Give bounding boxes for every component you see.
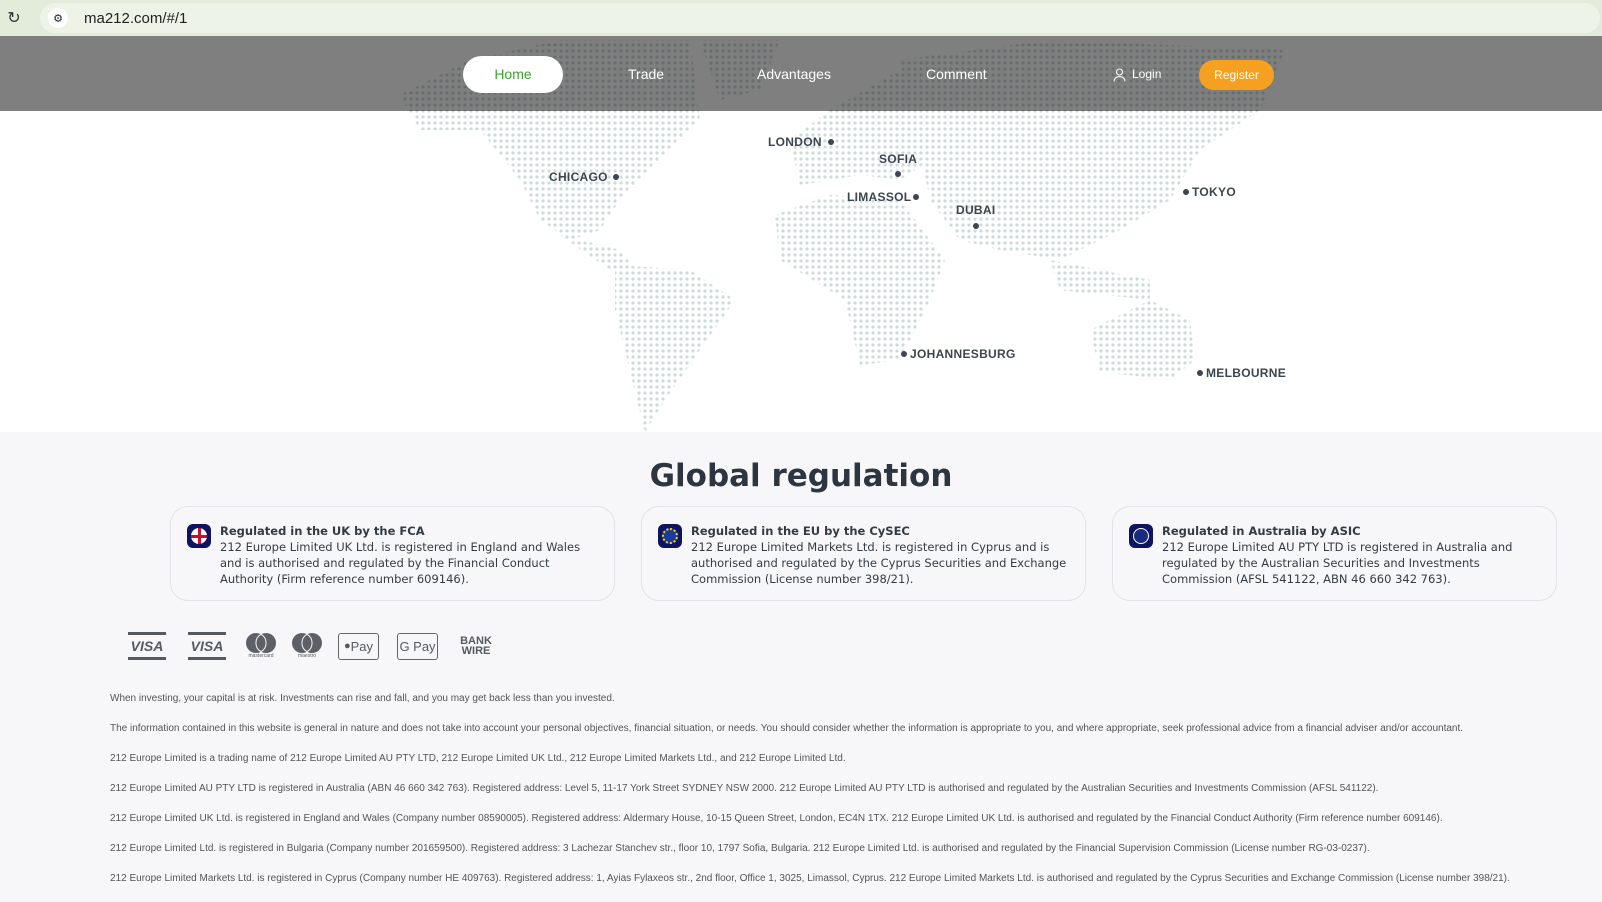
section-title: Global regulation (649, 458, 953, 494)
mastercard-icon: mastercard (246, 632, 276, 660)
user-icon (1113, 68, 1126, 82)
browser-toolbar: ↻ ⚙ ma212.com/#/1 (0, 0, 1602, 36)
disclaimer-text: 212 Europe Limited Ltd. is registered in… (110, 843, 1370, 854)
card-title: Regulated in the UK by the FCA (220, 524, 425, 538)
city-label: JOHANNESBURG (910, 347, 1016, 361)
au-flag-icon (1129, 524, 1153, 548)
site-settings-icon[interactable]: ⚙ (48, 8, 68, 28)
url-text: ma212.com/#/1 (84, 9, 188, 27)
card-title: Regulated in Australia by ASIC (1162, 524, 1361, 538)
city-dot (828, 139, 834, 145)
register-button[interactable]: Register (1199, 60, 1274, 90)
card-text: 212 Europe Limited AU PTY LTD is registe… (1162, 540, 1513, 586)
eu-flag-icon (658, 524, 682, 548)
regulation-card-uk: Regulated in the UK by the FCA 212 Europ… (170, 506, 615, 601)
regulation-card-eu: Regulated in the EU by the CySEC 212 Eur… (641, 506, 1086, 601)
reload-icon[interactable]: ↻ (0, 8, 28, 28)
payment-methods: VISA VISA mastercard maestro ● Pay G Pay … (128, 632, 496, 660)
bank-wire-icon: BANK WIRE (460, 635, 492, 657)
apple-pay-icon: ● Pay (338, 632, 379, 660)
city-dot (895, 171, 901, 177)
city-dot (1197, 370, 1203, 376)
city-dot (1183, 189, 1189, 195)
login-label: Login (1132, 67, 1162, 81)
disclaimer-text: The information contained in this websit… (110, 723, 1464, 734)
city-dot (913, 194, 919, 200)
nav-comment[interactable]: Comment (926, 56, 987, 93)
disclaimer-text: When investing, your capital is at risk.… (110, 693, 615, 704)
google-pay-icon: G Pay (397, 632, 438, 660)
regulation-card-au: Regulated in Australia by ASIC 212 Europ… (1112, 506, 1557, 601)
city-label: MELBOURNE (1206, 366, 1287, 380)
uk-flag-icon (187, 524, 211, 548)
city-label: LIMASSOL (847, 190, 912, 204)
city-label: TOKYO (1192, 185, 1236, 199)
visa-electron-icon: VISA (188, 632, 226, 660)
city-dot (901, 351, 907, 357)
visa-icon: VISA (128, 632, 166, 660)
city-dot (613, 174, 619, 180)
login-link[interactable]: Login (1113, 56, 1161, 93)
maestro-icon: maestro (292, 632, 322, 660)
card-text: 212 Europe Limited UK Ltd. is registered… (220, 540, 581, 586)
disclaimer-text: 212 Europe Limited is a trading name of … (110, 753, 846, 764)
city-dot (973, 223, 979, 229)
disclaimer-text: 212 Europe Limited UK Ltd. is registered… (110, 813, 1443, 824)
city-label: DUBAI (956, 203, 996, 217)
nav-trade[interactable]: Trade (628, 56, 664, 93)
city-label: CHICAGO (549, 170, 608, 184)
city-label: SOFIA (879, 152, 918, 166)
disclaimer-text: 212 Europe Limited Markets Ltd. is regis… (110, 873, 1510, 884)
address-bar[interactable]: ⚙ ma212.com/#/1 (40, 3, 1600, 33)
card-title: Regulated in the EU by the CySEC (691, 524, 910, 538)
nav-advantages[interactable]: Advantages (757, 56, 831, 93)
top-nav: Home Trade Advantages Comment Login Regi… (0, 36, 1602, 111)
disclaimer-text: 212 Europe Limited AU PTY LTD is registe… (110, 783, 1379, 794)
card-text: 212 Europe Limited Markets Ltd. is regis… (691, 540, 1067, 586)
nav-home[interactable]: Home (463, 56, 563, 93)
city-label: LONDON (768, 135, 822, 149)
